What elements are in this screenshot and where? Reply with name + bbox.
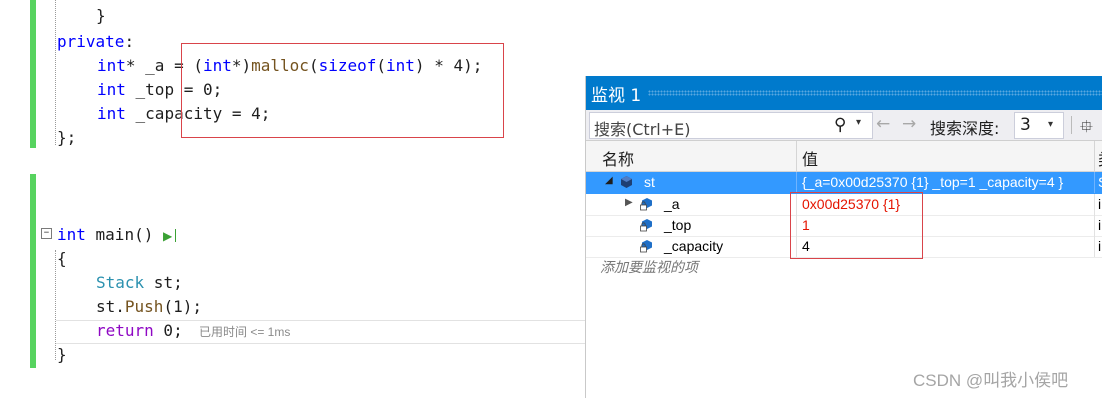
chevron-down-icon: ▾ (1048, 119, 1054, 130)
watch-row-value[interactable]: {_a=0x00d25370 {1} _top=1 _capacity=4 } (802, 174, 1063, 190)
object-icon (621, 176, 632, 188)
change-indicator-bar (30, 0, 36, 148)
search-depth-label: 搜索深度: (930, 119, 1000, 138)
watch-row-name: st (644, 174, 655, 190)
watch-row-name: _capacity (664, 238, 724, 254)
code-line: } (96, 6, 106, 25)
column-name-header[interactable]: 名称 (602, 146, 634, 170)
column-divider (796, 172, 797, 193)
private-field-icon (640, 240, 652, 253)
toolbar-divider (1071, 116, 1072, 134)
watch-title: 监视 1 (591, 86, 642, 106)
watch-row-name: _top (664, 217, 692, 233)
watch-row-type: S (1098, 174, 1102, 190)
search-placeholder: 搜索(Ctrl+E) (594, 120, 691, 139)
code-line: st.Push(1); (96, 297, 202, 316)
indent-guide (55, 0, 56, 145)
column-type-header[interactable]: 类 (1098, 146, 1102, 170)
column-divider (1094, 172, 1095, 193)
watch-row-type: i (1098, 196, 1102, 212)
watch-window: 监视 1 搜索(Ctrl+E) ⚲ ▾ ← → 搜索深度: 3 ▾ ⯐ 名称 值… (585, 76, 1102, 398)
watermark: CSDN @叫我小侯吧 (913, 371, 1069, 390)
code-line: int main() (57, 225, 154, 244)
column-divider (1094, 236, 1095, 257)
code-line: return 0; (96, 321, 183, 340)
code-editor[interactable]: } private: int* _a = (int*)malloc(sizeof… (0, 0, 585, 398)
code-line: private: (57, 32, 135, 51)
run-to-click-bar (175, 229, 176, 242)
search-previous-arrow-icon[interactable]: ← (876, 114, 890, 134)
watch-row-type: i (1098, 238, 1102, 254)
watch-toolbar: 搜索(Ctrl+E) ⚲ ▾ ← → 搜索深度: 3 ▾ ⯐ (586, 110, 1102, 141)
code-line: }; (57, 128, 77, 147)
search-icon[interactable]: ⚲ (834, 115, 846, 135)
watch-title-bar[interactable]: 监视 1 (586, 76, 1102, 110)
code-line: } (57, 345, 67, 364)
annotation-box (790, 192, 923, 259)
add-watch-item[interactable]: 添加要监视的项 (600, 257, 698, 277)
column-value-header[interactable]: 值 (802, 146, 818, 170)
collapse-toggle-icon[interactable]: − (41, 228, 52, 239)
change-indicator-bar (30, 174, 36, 368)
expand-arrow-icon[interactable]: ▶ (625, 197, 633, 208)
watch-row[interactable]: ◢ st {_a=0x00d25370 {1} _top=1 _capacity… (586, 172, 1102, 194)
watch-column-header: 名称 值 类 (586, 141, 1102, 172)
watch-row-name: _a (664, 196, 680, 212)
column-resize-handle[interactable] (796, 141, 797, 171)
private-field-icon (640, 198, 652, 211)
code-line: Stack st; (96, 273, 183, 292)
collapse-arrow-icon[interactable]: ◢ (605, 175, 613, 186)
search-next-arrow-icon[interactable]: → (902, 114, 916, 134)
watch-row-type: i (1098, 217, 1102, 233)
search-input[interactable]: 搜索(Ctrl+E) ⚲ ▾ (589, 112, 873, 139)
title-grip (648, 90, 1102, 96)
search-options-dropdown-icon[interactable]: ▾ (856, 117, 861, 128)
pin-filter-icon[interactable]: ⯐ (1080, 114, 1093, 143)
code-line: { (57, 249, 67, 268)
private-field-icon (640, 219, 652, 232)
run-to-click-icon[interactable]: ▶ (163, 229, 172, 243)
search-depth-select[interactable]: 3 ▾ (1014, 112, 1064, 139)
column-divider (1094, 215, 1095, 236)
annotation-box (181, 43, 504, 138)
column-divider (1094, 194, 1095, 215)
elapsed-time-hint: 已用时间 <= 1ms (199, 325, 291, 339)
search-depth-value: 3 (1020, 115, 1031, 135)
column-resize-handle[interactable] (1094, 141, 1095, 171)
